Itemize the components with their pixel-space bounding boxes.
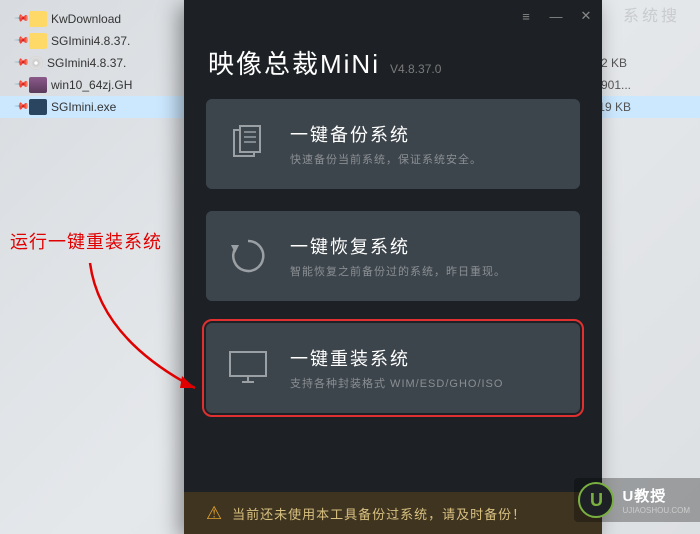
- warning-icon: ⚠: [206, 503, 222, 524]
- menu-icon[interactable]: ≡: [518, 9, 534, 24]
- card-title: 一键恢复系统: [290, 233, 560, 259]
- card-title: 一键重装系统: [290, 345, 560, 371]
- watermark-logo-icon: U: [578, 482, 614, 518]
- monitor-icon: [226, 346, 270, 390]
- archive-icon: [29, 77, 47, 93]
- watermark: U U教授 UJIAOSHOU.COM: [574, 478, 700, 522]
- backup-system-card[interactable]: 一键备份系统 快速备份当前系统，保证系统安全。: [206, 99, 580, 189]
- annotation-label: 运行一键重装系统: [10, 228, 162, 254]
- app-version: V4.8.37.0: [390, 62, 441, 76]
- app-title: 映像总裁MiNi V4.8.37.0: [184, 32, 602, 99]
- notice-bar: ⚠ 当前还未使用本工具备份过系统，请及时备份！: [184, 492, 602, 534]
- watermark-brand: U教授: [622, 485, 690, 506]
- close-icon[interactable]: ✕: [578, 8, 594, 24]
- watermark-url: UJIAOSHOU.COM: [622, 506, 690, 515]
- refresh-icon: [226, 234, 270, 278]
- app-title-text: 映像总裁MiNi: [208, 44, 380, 81]
- reinstall-system-card[interactable]: 一键重装系统 支持各种封装格式 WIM/ESD/GHO/ISO: [206, 323, 580, 413]
- card-desc: 智能恢复之前备份过的系统，昨日重现。: [290, 263, 560, 279]
- pin-icon: 📌: [13, 54, 31, 72]
- card-desc: 支持各种封装格式 WIM/ESD/GHO/ISO: [290, 375, 560, 391]
- folder-icon: [29, 33, 47, 49]
- exe-icon: [29, 99, 47, 115]
- disc-icon: [29, 56, 43, 70]
- copy-icon: [226, 122, 270, 166]
- restore-system-card[interactable]: 一键恢复系统 智能恢复之前备份过的系统，昨日重现。: [206, 211, 580, 301]
- card-title: 一键备份系统: [290, 121, 560, 147]
- folder-icon: [29, 11, 47, 27]
- minimize-icon[interactable]: —: [548, 9, 564, 24]
- notice-text: 当前还未使用本工具备份过系统，请及时备份！: [232, 504, 526, 523]
- app-window: ≡ — ✕ 映像总裁MiNi V4.8.37.0 一键备份系统 快速备份当前系统…: [184, 0, 602, 534]
- card-desc: 快速备份当前系统，保证系统安全。: [290, 151, 560, 167]
- titlebar: ≡ — ✕: [184, 0, 602, 32]
